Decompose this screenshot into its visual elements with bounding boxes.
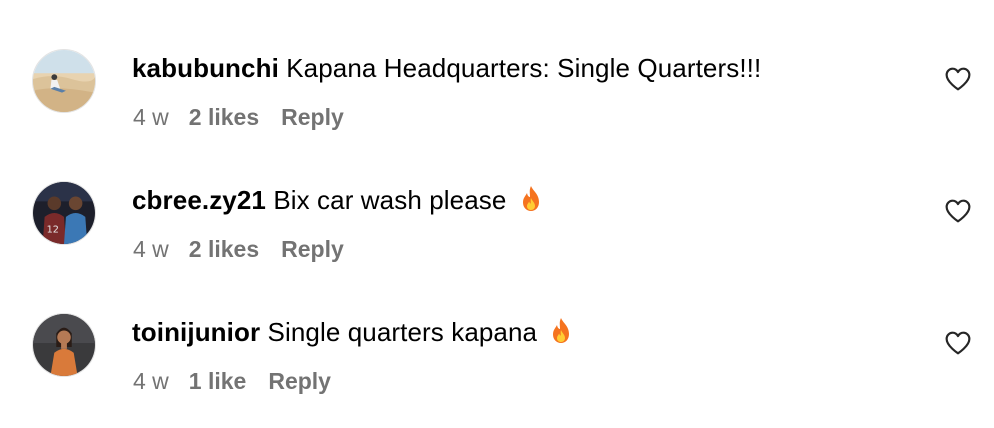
comment-time: 4 w	[133, 368, 169, 394]
avatar-image	[33, 314, 95, 376]
fire-emoji	[518, 185, 544, 213]
comment-time: 4 w	[133, 236, 169, 262]
comments-list: kabubunchi Kapana Headquarters: Single Q…	[0, 0, 994, 428]
heart-outline-icon[interactable]	[945, 331, 971, 355]
comment-likes[interactable]: 1 like	[189, 366, 247, 396]
comment-meta: 4 w 2 likes Reply	[133, 102, 344, 132]
comment-meta: 4 w 2 likes Reply	[133, 234, 344, 264]
avatar[interactable]	[32, 49, 96, 113]
comment-item: 12 cbree.zy21 Bix car wash please 4 w 2 l…	[0, 132, 994, 264]
comment-item: toinijunior Single quarters kapana 4 w 1 …	[0, 264, 994, 396]
comment-username[interactable]: cbree.zy21	[132, 185, 266, 215]
avatar[interactable]	[32, 313, 96, 377]
comment-meta: 4 w 1 like Reply	[133, 366, 331, 396]
comment-line: cbree.zy21 Bix car wash please	[132, 183, 544, 217]
comment-time: 4 w	[133, 104, 169, 130]
comment-username[interactable]: kabubunchi	[132, 53, 279, 83]
comment-item: kabubunchi Kapana Headquarters: Single Q…	[0, 0, 994, 132]
comment-username[interactable]: toinijunior	[132, 317, 260, 347]
reply-button[interactable]: Reply	[281, 102, 344, 132]
avatar[interactable]: 12	[32, 181, 96, 245]
comment-line: kabubunchi Kapana Headquarters: Single Q…	[132, 51, 761, 85]
avatar-image: 12	[33, 182, 95, 244]
svg-text:12: 12	[47, 224, 59, 235]
comment-line: toinijunior Single quarters kapana	[132, 315, 574, 349]
fire-emoji	[548, 317, 574, 345]
comment-likes[interactable]: 2 likes	[189, 234, 259, 264]
heart-outline-icon[interactable]	[945, 67, 971, 91]
comment-text: Bix car wash please	[273, 185, 507, 215]
heart-outline-icon[interactable]	[945, 199, 971, 223]
reply-button[interactable]: Reply	[281, 234, 344, 264]
comment-likes[interactable]: 2 likes	[189, 102, 259, 132]
comment-text: Single quarters kapana	[267, 317, 538, 347]
reply-button[interactable]: Reply	[268, 366, 331, 396]
comment-text: Kapana Headquarters: Single Quarters!!!	[286, 53, 762, 83]
avatar-image	[33, 50, 95, 112]
